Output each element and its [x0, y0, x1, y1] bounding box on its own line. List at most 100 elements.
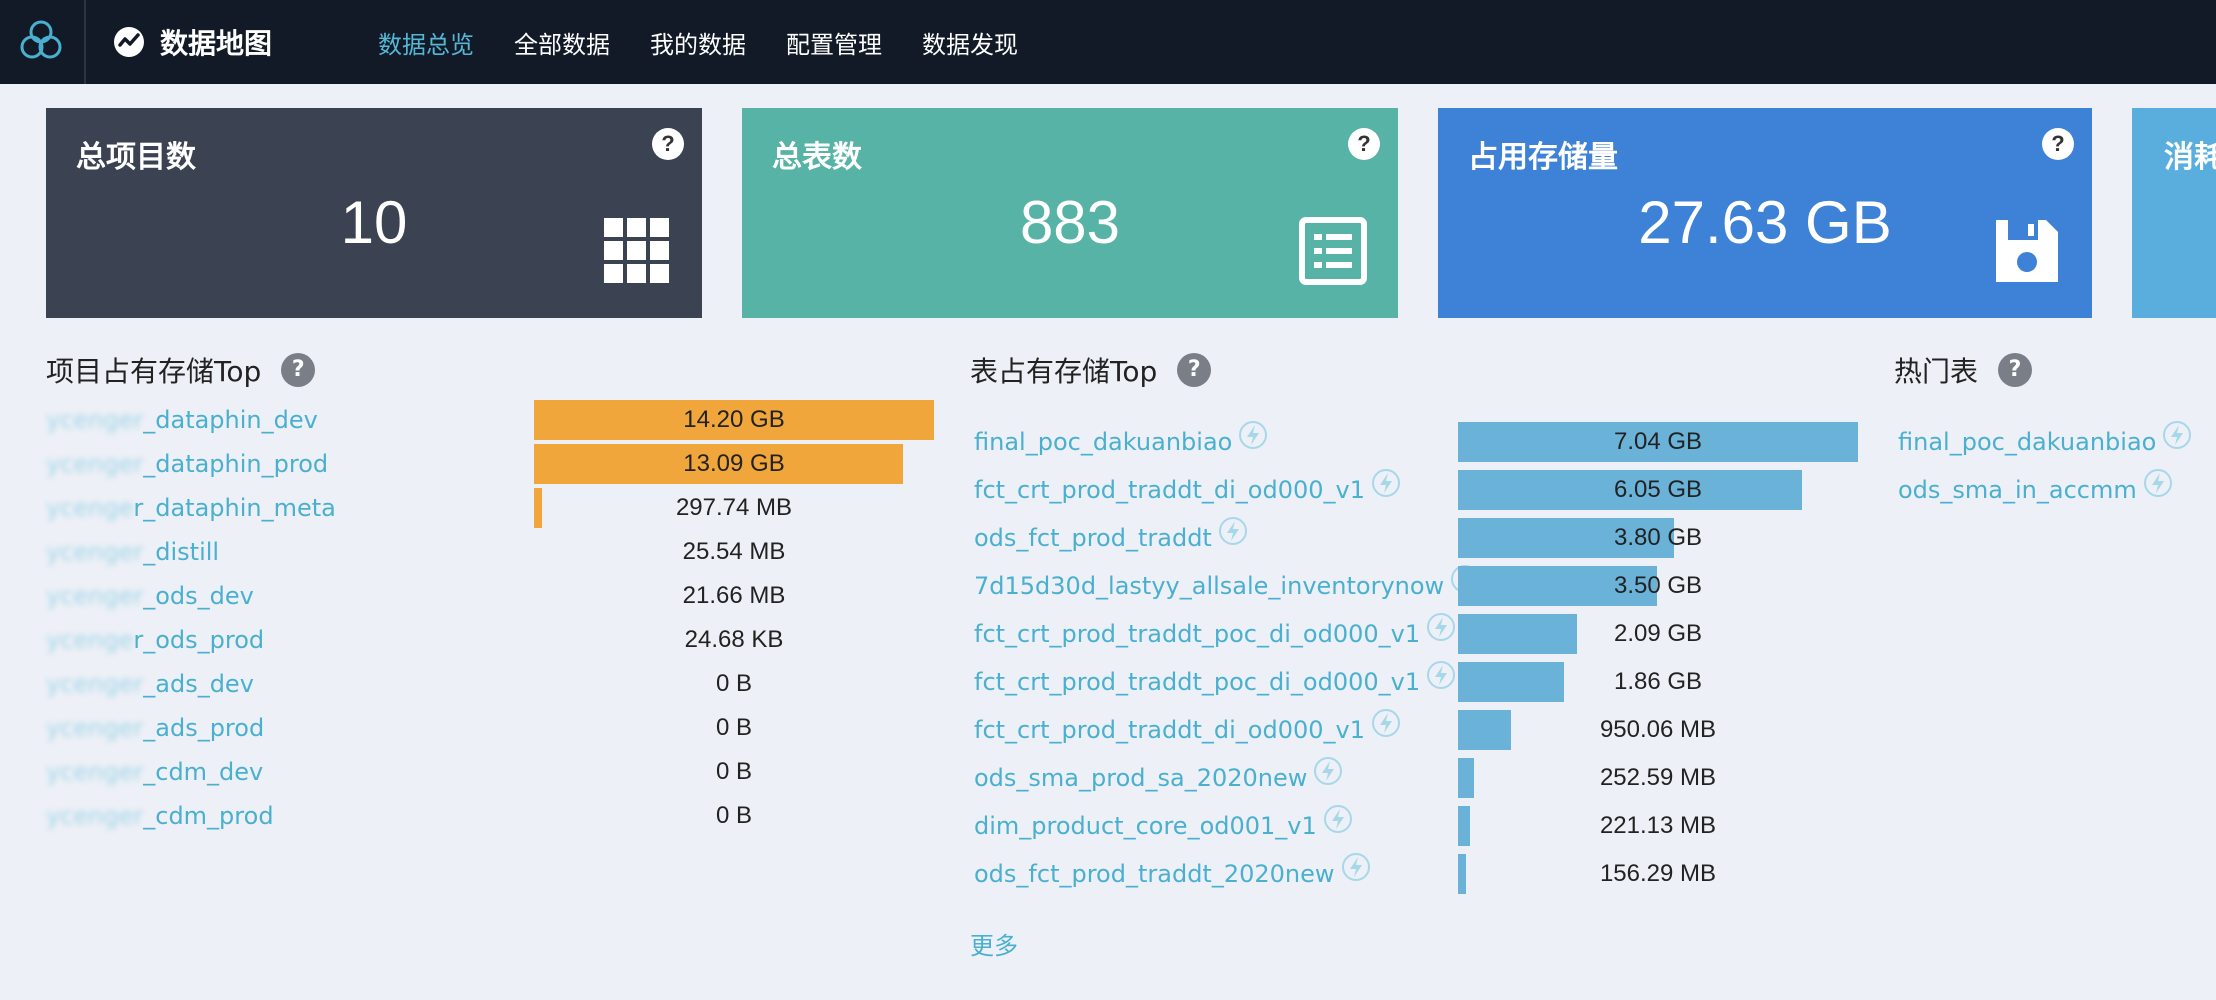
help-icon[interactable]: ? — [281, 353, 316, 387]
help-icon[interactable]: ? — [1177, 353, 1212, 387]
project-name: _distill — [143, 538, 220, 566]
app-title-group[interactable]: 数据地图 — [112, 24, 272, 60]
card-title: 消耗 — [2164, 140, 2216, 175]
project-name: r_ods_prod — [133, 626, 265, 654]
project-name: _cdm_prod — [143, 802, 274, 830]
project-name: _ads_prod — [143, 714, 265, 742]
lightning-icon — [1218, 517, 1247, 545]
table-link[interactable]: dim_product_core_od001_v1 — [974, 805, 1353, 840]
storage-value: 25.54 MB — [682, 538, 786, 565]
project-name: r_dataphin_meta — [133, 494, 336, 522]
redacted-text: ycenger — [46, 670, 144, 698]
storage-value: 7.04 GB — [1613, 428, 1703, 455]
storage-value: 3.80 GB — [1613, 524, 1703, 551]
section-title: 项目占有存储Top — [46, 355, 262, 388]
section-title: 热门表 — [1894, 355, 1979, 388]
help-icon[interactable]: ? — [1348, 128, 1380, 160]
table-link[interactable]: fct_crt_prod_traddt_di_od000_v1 — [974, 469, 1401, 504]
table-link[interactable]: fct_crt_prod_traddt_di_od000_v1 — [974, 709, 1401, 744]
redacted-text: ycenge — [46, 494, 134, 522]
table-link[interactable]: ods_sma_prod_sa_2020new — [974, 757, 1343, 792]
storage-value: 14.20 GB — [683, 406, 785, 433]
storage-value: 24.68 KB — [684, 626, 784, 653]
nav-all-data[interactable]: 全部数据 — [514, 25, 610, 60]
table-link[interactable]: ods_fct_prod_traddt — [974, 517, 1248, 552]
nav-discovery[interactable]: 数据发现 — [922, 25, 1018, 60]
project-storage-header: 项目占有存储Top ? — [46, 350, 316, 390]
redacted-text: ycenger — [46, 714, 144, 742]
project-link[interactable]: ycenger_dataphin_dev — [46, 406, 318, 434]
table-link[interactable]: fct_crt_prod_traddt_poc_di_od000_v1 — [974, 613, 1456, 648]
storage-value: 221.13 MB — [1599, 812, 1717, 839]
project-name: _dataphin_dev — [143, 406, 318, 434]
redacted-text: ycenger — [46, 450, 144, 478]
table-name: final_poc_dakuanbiao — [1898, 428, 2157, 456]
datamap-logo-icon — [114, 27, 144, 57]
grid-icon — [604, 218, 669, 283]
project-name: _dataphin_prod — [143, 450, 329, 478]
section-title: 表占有存储Top — [970, 355, 1158, 388]
help-icon[interactable]: ? — [652, 128, 684, 160]
storage-value: 0 B — [715, 758, 753, 785]
lightning-icon — [1371, 709, 1400, 737]
lightning-icon — [1427, 613, 1456, 641]
nav-my-data[interactable]: 我的数据 — [650, 25, 746, 60]
more-link[interactable]: 更多 — [970, 926, 1018, 961]
redacted-text: ycenger — [46, 406, 144, 434]
project-link[interactable]: ycenger_ads_prod — [46, 714, 264, 742]
project-link[interactable]: ycenger_ods_dev — [46, 582, 254, 610]
storage-value: 0 B — [715, 802, 753, 829]
project-name: _ods_dev — [143, 582, 254, 610]
table-name: fct_crt_prod_traddt_di_od000_v1 — [974, 476, 1365, 504]
lightning-icon — [2163, 421, 2192, 449]
storage-value: 21.66 MB — [682, 582, 786, 609]
project-link[interactable]: ycenger_dataphin_meta — [46, 494, 336, 522]
stat-card-tables: 总表数 ? 883 — [742, 108, 1398, 318]
app-title: 数据地图 — [160, 27, 273, 60]
nav-overview[interactable]: 数据总览 — [378, 25, 474, 60]
help-icon[interactable]: ? — [1998, 353, 2033, 387]
project-link[interactable]: ycenger_cdm_dev — [46, 758, 263, 786]
redacted-text: ycenger — [46, 758, 144, 786]
storage-value: 0 B — [715, 714, 753, 741]
project-link[interactable]: ycenger_distill — [46, 538, 219, 566]
table-list-icon — [1299, 217, 1367, 285]
lightning-icon — [1371, 469, 1400, 497]
table-link[interactable]: fct_crt_prod_traddt_poc_di_od000_v1 — [974, 661, 1456, 696]
table-name: fct_crt_prod_traddt_poc_di_od000_v1 — [974, 620, 1421, 648]
redacted-text: ycenger — [46, 582, 144, 610]
table-link[interactable]: final_poc_dakuanbiao — [974, 421, 1268, 456]
stat-card-storage: 占用存储量 ? 27.63 GB — [1438, 108, 2092, 318]
product-logo-icon[interactable] — [18, 18, 64, 64]
project-link[interactable]: ycenger_ads_dev — [46, 670, 254, 698]
project-link[interactable]: ycenger_ods_prod — [46, 626, 264, 654]
storage-value: 3.50 GB — [1613, 572, 1703, 599]
table-link[interactable]: 7d15d30d_lastyy_allsale_inventorynow — [974, 565, 1480, 600]
storage-value: 1.86 GB — [1613, 668, 1703, 695]
table-name: 7d15d30d_lastyy_allsale_inventorynow — [974, 572, 1445, 600]
table-link[interactable]: ods_fct_prod_traddt_2020new — [974, 853, 1371, 888]
project-link[interactable]: ycenger_dataphin_prod — [46, 450, 328, 478]
lightning-icon — [1341, 853, 1370, 881]
table-name: ods_sma_in_accmm — [1898, 476, 2137, 504]
lightning-icon — [1427, 661, 1456, 689]
redacted-text: ycenger — [46, 802, 144, 830]
hot-table-link[interactable]: ods_sma_in_accmm — [1898, 469, 2173, 504]
project-link[interactable]: ycenger_cdm_prod — [46, 802, 274, 830]
top-navbar: 数据地图 数据总览 全部数据 我的数据 配置管理 数据发现 — [0, 0, 2216, 84]
navbar-divider — [84, 0, 86, 84]
table-name: fct_crt_prod_traddt_di_od000_v1 — [974, 716, 1365, 744]
nav-config[interactable]: 配置管理 — [786, 25, 882, 60]
lightning-icon — [1323, 805, 1352, 833]
stat-card-consumption: 消耗 — [2132, 108, 2216, 318]
storage-value: 156.29 MB — [1599, 860, 1717, 887]
hot-table-link[interactable]: final_poc_dakuanbiao — [1898, 421, 2192, 456]
table-name: ods_sma_prod_sa_2020new — [974, 764, 1308, 792]
stat-card-projects: 总项目数 ? 10 — [46, 108, 702, 318]
card-title: 总项目数 — [76, 140, 196, 175]
help-icon[interactable]: ? — [2042, 128, 2074, 160]
redacted-text: ycenger — [46, 538, 144, 566]
table-name: fct_crt_prod_traddt_poc_di_od000_v1 — [974, 668, 1421, 696]
card-title: 占用存储量 — [1468, 140, 1618, 175]
storage-value: 2.09 GB — [1613, 620, 1703, 647]
